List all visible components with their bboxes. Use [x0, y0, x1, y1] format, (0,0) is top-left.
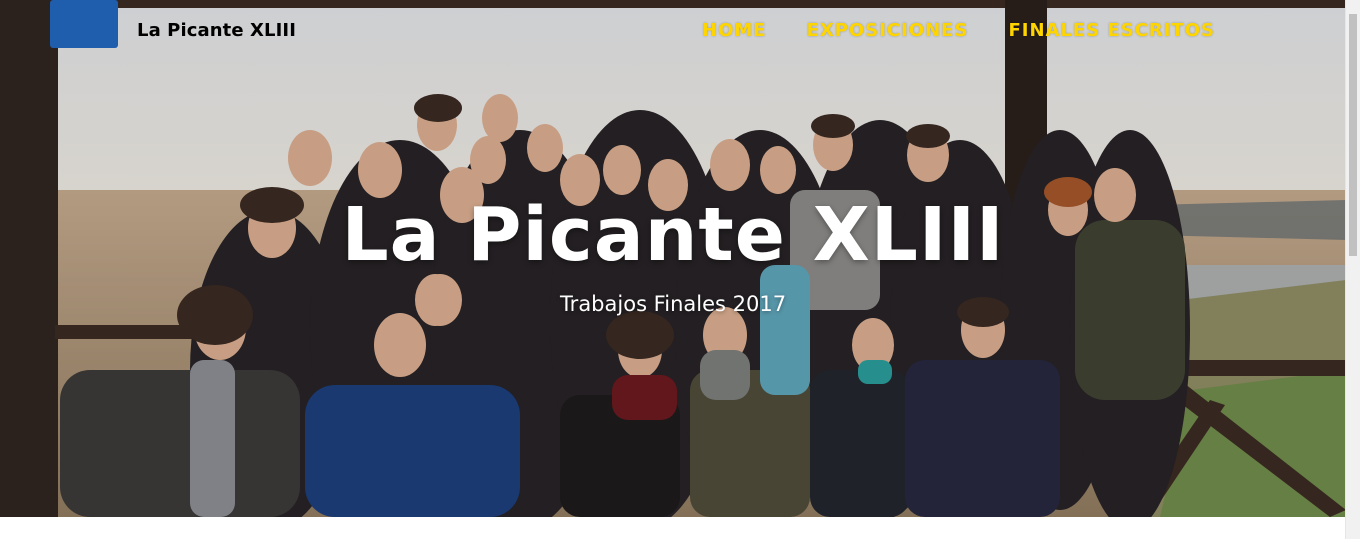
top-navbar: La Picante XLIII HOME EXPOSICIONES FINAL…	[0, 0, 1346, 64]
nav-link-home[interactable]: HOME	[702, 20, 767, 41]
page: La Picante XLIII HOME EXPOSICIONES FINAL…	[0, 0, 1360, 539]
hero-title: La Picante XLIII	[341, 192, 1005, 278]
nav-link-exposiciones[interactable]: EXPOSICIONES	[807, 20, 969, 41]
scrollbar-thumb[interactable]	[1349, 14, 1357, 256]
nav-link-finales-escritos[interactable]: FINALES ESCRITOS	[1008, 20, 1215, 41]
hero-subtitle: Trabajos Finales 2017	[559, 292, 787, 316]
nav-menu: HOME EXPOSICIONES FINALES ESCRITOS	[702, 20, 1215, 41]
hero-section: La Picante XLIII HOME EXPOSICIONES FINAL…	[0, 0, 1346, 517]
page-scrollbar[interactable]	[1345, 0, 1360, 539]
brand-link[interactable]: La Picante XLIII	[137, 20, 296, 41]
